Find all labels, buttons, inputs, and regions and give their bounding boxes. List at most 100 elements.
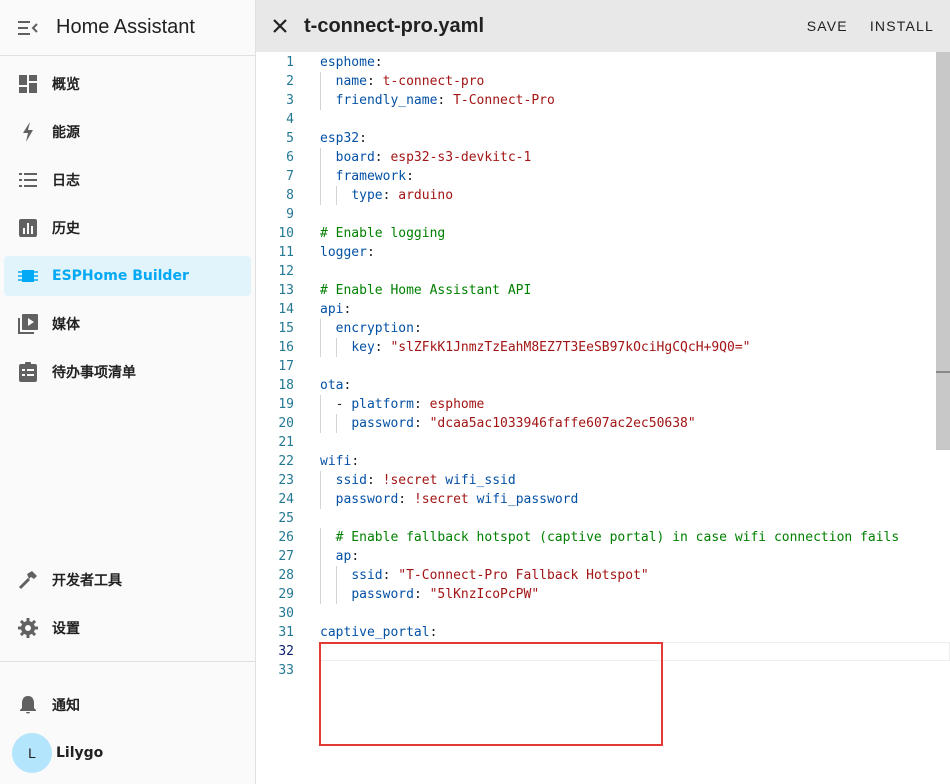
code-line[interactable]: 16 key: "slZFkK1JnmzTzEahM8EZ7T3EeSB97kO…	[256, 338, 950, 357]
line-number: 28	[278, 568, 294, 583]
code-line[interactable]: 15 encryption:	[256, 319, 950, 338]
gear-icon	[4, 618, 52, 638]
sidebar-item-logbook[interactable]: 日志	[4, 160, 251, 200]
sidebar: Home Assistant 概览 能源 日志 历史 ESPHome Build…	[0, 0, 256, 784]
line-number: 7	[286, 169, 294, 184]
code-text: # Enable Home Assistant API	[320, 283, 532, 298]
line-number: 31	[278, 625, 294, 640]
line-number: 29	[278, 587, 294, 602]
code-text: esphome:	[320, 55, 383, 70]
sidebar-divider	[0, 661, 255, 662]
sidebar-item-label: 设置	[52, 621, 80, 637]
code-line[interactable]: 26 # Enable fallback hotspot (captive po…	[256, 528, 950, 547]
sidebar-item-energy[interactable]: 能源	[4, 112, 251, 152]
code-line[interactable]: 5 esp32:	[256, 129, 950, 148]
sidebar-item-history[interactable]: 历史	[4, 208, 251, 248]
sidebar-header: Home Assistant	[0, 0, 255, 56]
code-line[interactable]: 27 ap:	[256, 547, 950, 566]
code-line[interactable]: 11 logger:	[256, 243, 950, 262]
sidebar-item-label: 通知	[52, 698, 80, 714]
line-number: 4	[286, 112, 294, 127]
line-number: 9	[286, 207, 294, 222]
sidebar-item-overview[interactable]: 概览	[4, 64, 251, 104]
code-line[interactable]: 23 ssid: !secret wifi_ssid	[256, 471, 950, 490]
code-text: ota:	[320, 378, 352, 393]
line-number: 1	[286, 55, 294, 70]
menu-toggle-button[interactable]	[0, 0, 56, 56]
code-line[interactable]: 6 board: esp32-s3-devkitc-1	[256, 148, 950, 167]
hammer-icon	[4, 570, 52, 590]
code-text: key: "slZFkK1JnmzTzEahM8EZ7T3EeSB97kOciH…	[351, 340, 751, 355]
code-text: ssid: "T-Connect-Pro Fallback Hotspot"	[351, 568, 649, 583]
clipboard-list-icon	[4, 362, 52, 382]
save-button[interactable]: SAVE	[807, 18, 848, 34]
sidebar-item-developer-tools[interactable]: 开发者工具	[4, 560, 251, 600]
sidebar-item-notifications[interactable]: 通知	[4, 685, 251, 725]
code-line[interactable]: 4	[256, 110, 950, 129]
app-title: Home Assistant	[56, 16, 195, 38]
code-line[interactable]: 31 captive_portal:	[256, 623, 950, 642]
lightning-icon	[4, 122, 52, 142]
scrollbar-thumb[interactable]	[936, 52, 950, 450]
editor-toolbar: t-connect-pro.yaml SAVE INSTALL	[256, 0, 950, 52]
code-line[interactable]: 9	[256, 205, 950, 224]
avatar: L	[12, 733, 52, 773]
sidebar-item-label: 历史	[52, 221, 80, 237]
user-name: Lilygo	[56, 745, 104, 761]
line-number: 20	[278, 416, 294, 431]
line-number: 11	[278, 245, 294, 260]
code-text: type: arduino	[351, 188, 454, 203]
sidebar-item-label: 概览	[52, 77, 80, 93]
sidebar-item-media[interactable]: 媒体	[4, 304, 251, 344]
code-text: friendly_name: T-Connect-Pro	[335, 93, 555, 108]
code-text: captive_portal:	[320, 625, 438, 640]
close-button[interactable]	[256, 0, 304, 52]
sidebar-item-esphome-builder[interactable]: ESPHome Builder	[4, 256, 251, 296]
code-line[interactable]: 19 - platform: esphome	[256, 395, 950, 414]
code-text: - platform: esphome	[335, 397, 485, 412]
code-line[interactable]: 24 password: !secret wifi_password	[256, 490, 950, 509]
chip-icon	[4, 266, 52, 286]
line-number: 19	[278, 397, 294, 412]
code-text: api:	[320, 302, 352, 317]
sidebar-item-profile[interactable]: L Lilygo	[4, 733, 251, 773]
code-line[interactable]: 18 ota:	[256, 376, 950, 395]
code-text: wifi:	[320, 454, 360, 469]
code-text: password: !secret wifi_password	[335, 492, 579, 507]
code-line[interactable]: 30	[256, 604, 950, 623]
code-line[interactable]: 13 # Enable Home Assistant API	[256, 281, 950, 300]
highlight-box	[319, 642, 663, 746]
line-number: 32	[278, 644, 294, 659]
sidebar-item-settings[interactable]: 设置	[4, 608, 251, 648]
code-line[interactable]: 29 password: "5lKnzIcoPcPW"	[256, 585, 950, 604]
line-number: 5	[286, 131, 294, 146]
code-text: # Enable fallback hotspot (captive porta…	[335, 530, 900, 545]
code-line[interactable]: 14 api:	[256, 300, 950, 319]
line-number: 17	[278, 359, 294, 374]
code-line[interactable]: 12	[256, 262, 950, 281]
code-line[interactable]: 8 type: arduino	[256, 186, 950, 205]
sidebar-item-label: ESPHome Builder	[52, 268, 189, 284]
code-text: framework:	[335, 169, 414, 184]
code-line[interactable]: 2 name: t-connect-pro	[256, 72, 950, 91]
line-number: 3	[286, 93, 294, 108]
line-number: 25	[278, 511, 294, 526]
code-line[interactable]: 10 # Enable logging	[256, 224, 950, 243]
code-line[interactable]: 7 framework:	[256, 167, 950, 186]
line-number: 18	[278, 378, 294, 393]
code-line[interactable]: 3 friendly_name: T-Connect-Pro	[256, 91, 950, 110]
code-line[interactable]: 20 password: "dcaa5ac1033946faffe607ac2e…	[256, 414, 950, 433]
code-line[interactable]: 17	[256, 357, 950, 376]
sidebar-item-label: 开发者工具	[52, 573, 122, 589]
code-line[interactable]: 21	[256, 433, 950, 452]
code-line[interactable]: 28 ssid: "T-Connect-Pro Fallback Hotspot…	[256, 566, 950, 585]
code-line[interactable]: 1 esphome:	[256, 53, 950, 72]
sidebar-nav: 概览 能源 日志 历史 ESPHome Builder 媒体 待办事项清单	[0, 56, 255, 392]
code-line[interactable]: 22 wifi:	[256, 452, 950, 471]
sidebar-item-todo[interactable]: 待办事项清单	[4, 352, 251, 392]
code-text: ssid: !secret wifi_ssid	[335, 473, 516, 488]
chart-icon	[4, 219, 52, 237]
install-button[interactable]: INSTALL	[870, 18, 934, 34]
code-text: ap:	[335, 549, 360, 564]
code-line[interactable]: 25	[256, 509, 950, 528]
